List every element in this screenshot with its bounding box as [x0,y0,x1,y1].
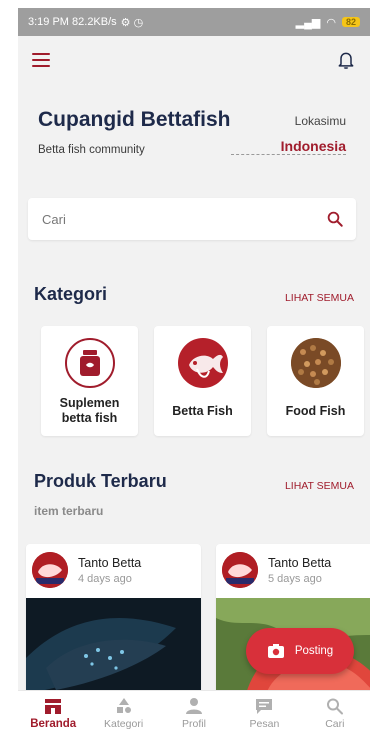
search-bar[interactable]: Cari [28,198,356,240]
nav-label: Pesan [249,718,280,730]
person-icon [186,698,203,714]
nav-item-cari[interactable]: Cari [300,691,370,738]
category-card-food-fish[interactable]: Food Fish [267,326,364,436]
status-icons: ⚙ ◷ [120,16,144,29]
app-bar [18,36,370,84]
category-label: Betta Fish [172,404,233,418]
search-icon [326,698,343,715]
category-label: Food Fish [285,404,346,418]
message-icon [256,699,273,714]
bell-icon[interactable] [336,49,356,71]
products-title: Produk Terbaru [34,471,167,491]
category-shapes-icon [116,698,131,713]
status-time: 3:19 PM 82.2KB/s [28,16,117,28]
post-time: 4 days ago [78,573,132,585]
search-icon[interactable] [326,210,344,228]
nav-item-beranda[interactable]: Beranda [18,691,88,738]
posting-button[interactable]: Posting [246,628,354,674]
category-label: Suplemen betta fish [59,396,120,425]
page-header: Cupangid Bettafish Betta fish community … [38,108,358,156]
seller-avatar [32,552,68,588]
camera-icon [267,644,284,658]
seller-name: Tanto Betta [268,556,332,570]
posting-label: Posting [294,645,334,657]
product-card[interactable]: Tanto Betta 4 days ago [26,544,201,694]
fish-food-pellets-icon [290,338,341,388]
wifi-icon: ◠ [326,16,336,29]
app-screen: 3:19 PM 82.2KB/s ⚙ ◷ ▂▄▆ ◠ 82 Cupangid B… [18,8,370,738]
home-icon [45,699,62,714]
category-card-betta-fish[interactable]: Betta Fish [154,326,251,436]
product-photo [26,598,201,694]
signal-icon: ▂▄▆ [295,16,321,29]
seller-avatar [222,552,258,588]
supplement-jar-icon [64,338,115,388]
search-input[interactable]: Cari [42,212,326,227]
products-see-all-link[interactable]: LIHAT SEMUA [285,480,354,492]
nav-label: Kategori [104,718,144,730]
battery-indicator: 82 [341,17,360,27]
betta-fish-icon [177,338,228,388]
status-bar: 3:19 PM 82.2KB/s ⚙ ◷ ▂▄▆ ◠ 82 [18,8,370,36]
nav-item-kategori[interactable]: Kategori [88,691,158,738]
menu-icon[interactable] [32,53,50,67]
nav-item-pesan[interactable]: Pesan [229,691,299,738]
bottom-navigation: Beranda Kategori Profil Pesan Cari [18,690,370,738]
nav-item-profil[interactable]: Profil [159,691,229,738]
products-subtitle: item terbaru [34,504,104,518]
category-card-suplemen[interactable]: Suplemen betta fish [41,326,138,436]
categories-title: Kategori [34,284,108,304]
nav-label: Cari [325,718,345,730]
nav-label: Profil [182,718,206,730]
post-time: 5 days ago [268,573,322,585]
categories-see-all-link[interactable]: LIHAT SEMUA [285,292,354,304]
location-label: Lokasimu [294,114,346,128]
nav-label: Beranda [30,718,77,730]
location-selector[interactable]: Indonesia [230,138,346,155]
seller-name: Tanto Betta [78,556,142,570]
